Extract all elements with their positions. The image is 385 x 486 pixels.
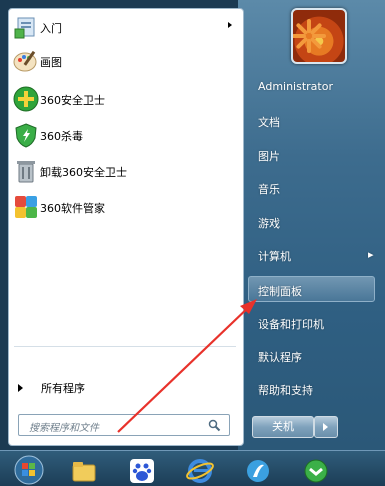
program-label: 卸载360安全卫士: [40, 166, 127, 179]
program-label: 画图: [40, 56, 62, 69]
browser-icon[interactable]: [244, 457, 272, 485]
control-panel-label: 控制面板: [258, 285, 302, 298]
games-link[interactable]: 游戏: [258, 215, 280, 231]
music-link[interactable]: 音乐: [258, 181, 280, 197]
uninstall-icon: [17, 161, 35, 183]
program-item-360-safe[interactable]: 360安全卫士: [12, 82, 232, 116]
360-safe-guard-icon: [13, 86, 39, 112]
user-avatar[interactable]: [291, 8, 347, 64]
control-panel-link[interactable]: 控制面板: [248, 276, 375, 302]
computer-link[interactable]: 计算机 ▸: [258, 248, 374, 264]
baidu-icon[interactable]: [128, 457, 156, 485]
chevron-right-icon: ▸: [368, 248, 374, 261]
getting-started-icon: [14, 17, 35, 39]
shutdown-button[interactable]: 关机: [252, 416, 314, 438]
chevron-right-icon: [228, 22, 232, 28]
devices-printers-link[interactable]: 设备和打印机: [258, 316, 324, 332]
paint-icon: [13, 50, 37, 72]
program-label: 360杀毒: [40, 130, 83, 143]
pictures-link[interactable]: 图片: [258, 148, 280, 164]
all-programs-button[interactable]: 所有程序: [18, 380, 85, 396]
360-browser-icon[interactable]: [302, 457, 330, 485]
search-input[interactable]: 搜索程序和文件: [18, 414, 230, 436]
all-programs-label: 所有程序: [41, 382, 85, 395]
program-label: 入门: [40, 22, 62, 35]
user-name-link[interactable]: Administrator: [258, 80, 333, 93]
program-item-uninstall-360[interactable]: 卸载360安全卫士: [12, 154, 232, 188]
360-software-manager-icon: [15, 196, 37, 218]
360-antivirus-icon: [15, 123, 37, 148]
search-icon[interactable]: [208, 419, 221, 432]
program-item-360-antivirus[interactable]: 360杀毒: [12, 118, 232, 152]
shutdown-options-button[interactable]: [314, 416, 338, 438]
search-placeholder: 搜索程序和文件: [29, 423, 99, 434]
file-explorer-icon[interactable]: [70, 457, 98, 485]
chevron-right-icon: [18, 384, 23, 392]
start-orb-icon[interactable]: [14, 455, 44, 485]
divider: [14, 346, 236, 347]
program-label: 360软件管家: [40, 202, 105, 215]
program-item-getting-started[interactable]: 入门: [12, 10, 232, 44]
program-item-360-software-manager[interactable]: 360软件管家: [12, 190, 232, 224]
help-support-link[interactable]: 帮助和支持: [258, 382, 313, 398]
program-item-paint[interactable]: 画图: [12, 44, 232, 78]
program-label: 360安全卫士: [40, 94, 105, 107]
documents-link[interactable]: 文档: [258, 114, 280, 130]
internet-explorer-icon[interactable]: [186, 457, 214, 485]
computer-label: 计算机: [258, 250, 291, 263]
default-programs-link[interactable]: 默认程序: [258, 349, 302, 365]
